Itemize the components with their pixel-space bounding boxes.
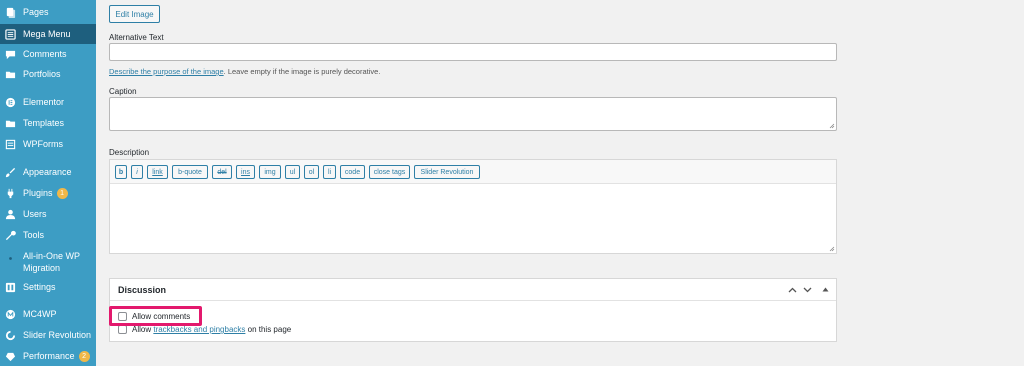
sidebar-item-mega-menu[interactable]: Mega Menu bbox=[0, 24, 96, 44]
sidebar-item-label: All-in-One WP Migration bbox=[23, 251, 80, 273]
edit-image-button[interactable]: Edit Image bbox=[109, 5, 160, 23]
mega-menu-icon bbox=[4, 28, 16, 40]
discussion-title: Discussion bbox=[118, 285, 167, 295]
migration-icon bbox=[4, 252, 16, 264]
sidebar-item-elementor[interactable]: Elementor bbox=[0, 94, 96, 110]
caption-label: Caption bbox=[109, 87, 137, 96]
sidebar-item-label: Plugins bbox=[23, 188, 53, 198]
admin-sidebar: Pages Mega Menu Comments Portfolios Elem… bbox=[0, 0, 96, 366]
sidebar-item-label: Templates bbox=[23, 118, 65, 128]
sidebar-item-tools[interactable]: Tools bbox=[0, 227, 96, 243]
quicktag-slider-revolution-button[interactable]: Slider Revolution bbox=[414, 165, 480, 179]
appearance-icon bbox=[4, 166, 16, 178]
sidebar-item-plugins[interactable]: Plugins 1 bbox=[0, 185, 96, 201]
alt-text-help: Describe the purpose of the image. Leave… bbox=[109, 67, 380, 76]
quicktag-img-button[interactable]: img bbox=[259, 165, 281, 179]
move-down-icon[interactable] bbox=[801, 283, 814, 296]
plugins-icon bbox=[4, 187, 16, 199]
describe-purpose-link[interactable]: Describe the purpose of the image bbox=[109, 67, 224, 76]
sidebar-item-settings[interactable]: Settings bbox=[0, 279, 96, 295]
sidebar-item-label: Comments bbox=[23, 49, 67, 59]
sidebar-item-label: Pages bbox=[23, 7, 49, 17]
quicktag-li-button[interactable]: li bbox=[323, 165, 336, 179]
quicktags-toolbar: b i link b-quote del ins img ul ol li co… bbox=[110, 160, 836, 184]
sidebar-item-label: Elementor bbox=[23, 97, 65, 107]
alt-text-input[interactable] bbox=[109, 43, 837, 61]
slider-revolution-icon bbox=[4, 329, 16, 341]
templates-icon bbox=[4, 117, 16, 129]
quicktag-ins-button[interactable]: ins bbox=[236, 165, 255, 179]
elementor-icon bbox=[4, 96, 16, 108]
resize-handle-icon[interactable] bbox=[829, 246, 835, 252]
trackbacks-suffix: on this page bbox=[245, 325, 292, 334]
attachment-details: Edit Image Alternative Text Describe the… bbox=[96, 0, 1024, 366]
sidebar-item-templates[interactable]: Templates bbox=[0, 115, 96, 131]
sidebar-item-label: Mega Menu bbox=[23, 29, 71, 39]
sidebar-item-label: Tools bbox=[23, 230, 45, 240]
sidebar-item-pages[interactable]: Pages bbox=[0, 4, 96, 20]
sidebar-item-all-in-one-wp-migration[interactable]: All-in-One WP Migration bbox=[0, 250, 96, 276]
discussion-panel: Discussion Allow comments Allow trackbac… bbox=[109, 278, 837, 342]
tools-icon bbox=[4, 229, 16, 241]
description-label: Description bbox=[109, 148, 150, 157]
quicktag-del-button[interactable]: del bbox=[212, 165, 232, 179]
portfolio-icon bbox=[4, 68, 16, 80]
caption-textarea[interactable] bbox=[109, 97, 837, 131]
quicktag-ul-button[interactable]: ul bbox=[285, 165, 300, 179]
sidebar-item-label: Settings bbox=[23, 282, 56, 292]
sidebar-item-label: Slider Revolution bbox=[23, 330, 92, 340]
pages-icon bbox=[4, 6, 16, 18]
quicktag-italic-button[interactable]: i bbox=[131, 165, 143, 179]
sidebar-item-label: WPForms bbox=[23, 139, 63, 149]
sidebar-item-label: Performance bbox=[23, 351, 75, 361]
comments-icon bbox=[4, 48, 16, 60]
sidebar-item-wpforms[interactable]: WPForms bbox=[0, 136, 96, 152]
quicktag-close-tags-button[interactable]: close tags bbox=[369, 165, 410, 179]
sidebar-item-users[interactable]: Users bbox=[0, 206, 96, 222]
plugins-update-badge: 1 bbox=[56, 187, 68, 199]
quicktag-link-button[interactable]: link bbox=[147, 165, 168, 179]
sidebar-item-mc4wp[interactable]: MC4WP bbox=[0, 306, 96, 322]
mc4wp-icon bbox=[4, 308, 16, 320]
description-editor: b i link b-quote del ins img ul ol li co… bbox=[109, 159, 837, 254]
description-textarea[interactable] bbox=[110, 184, 836, 253]
quicktag-bold-button[interactable]: b bbox=[115, 165, 127, 179]
trackbacks-prefix: Allow bbox=[132, 325, 154, 334]
performance-badge: 2 bbox=[78, 350, 90, 362]
resize-handle-icon[interactable] bbox=[829, 123, 835, 129]
sidebar-item-label: Users bbox=[23, 209, 47, 219]
sidebar-item-label: Appearance bbox=[23, 167, 72, 177]
move-up-icon[interactable] bbox=[786, 283, 799, 296]
allow-trackbacks-checkbox[interactable] bbox=[118, 325, 127, 334]
collapse-toggle-icon[interactable] bbox=[819, 283, 832, 296]
sidebar-item-slider-revolution[interactable]: Slider Revolution bbox=[0, 327, 96, 343]
sidebar-item-comments[interactable]: Comments bbox=[0, 46, 96, 62]
quicktag-ol-button[interactable]: ol bbox=[304, 165, 319, 179]
quicktag-code-button[interactable]: code bbox=[340, 165, 365, 179]
allow-trackbacks-label: Allow trackbacks and pingbacks on this p… bbox=[132, 325, 291, 334]
sidebar-item-label: Portfolios bbox=[23, 69, 61, 79]
sidebar-item-performance[interactable]: Performance 2 bbox=[0, 348, 96, 364]
performance-icon bbox=[4, 350, 16, 362]
quicktag-bquote-button[interactable]: b-quote bbox=[172, 165, 208, 179]
sidebar-item-portfolios[interactable]: Portfolios bbox=[0, 66, 96, 82]
alt-text-help-rest: . Leave empty if the image is purely dec… bbox=[223, 67, 381, 76]
sidebar-item-label: MC4WP bbox=[23, 309, 57, 319]
wpforms-icon bbox=[4, 138, 16, 150]
users-icon bbox=[4, 208, 16, 220]
alt-text-label: Alternative Text bbox=[109, 33, 164, 42]
allow-comments-highlight-box bbox=[109, 306, 202, 326]
trackbacks-pingbacks-link[interactable]: trackbacks and pingbacks bbox=[153, 325, 245, 334]
settings-icon bbox=[4, 281, 16, 293]
sidebar-item-appearance[interactable]: Appearance bbox=[0, 164, 96, 180]
discussion-panel-header: Discussion bbox=[110, 279, 836, 301]
